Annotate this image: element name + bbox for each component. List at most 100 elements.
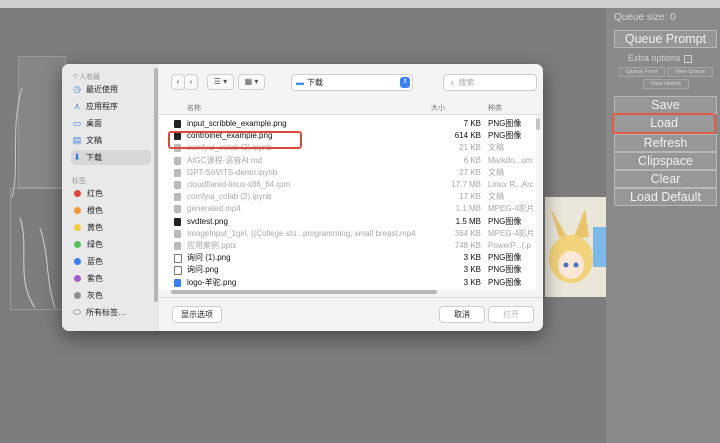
selection-highlight — [168, 131, 302, 149]
file-icon — [174, 254, 182, 264]
file-list-hscroll[interactable] — [171, 290, 437, 294]
sidebar-item-applications[interactable]: ⋏ 应用程序 — [71, 99, 151, 114]
view-history-button[interactable]: View History — [643, 79, 689, 89]
list-view-icon[interactable]: ☰ ▾ — [207, 74, 234, 90]
file-kind: MPEG-4影片 — [488, 228, 535, 238]
green-tag-dot-icon — [74, 241, 81, 249]
file-row[interactable]: 应用案例.pptx 748 KB PowerP...(.p — [159, 240, 536, 252]
sidebar-item-label: 橙色 — [87, 206, 103, 215]
file-kind: Linux R...Arc — [488, 180, 534, 189]
file-name: svdtest.png — [187, 216, 228, 226]
sidebar-tag-blue[interactable]: 蓝色 — [71, 254, 151, 269]
refresh-button[interactable]: Refresh — [614, 134, 717, 152]
file-list-vscroll[interactable] — [536, 118, 540, 130]
file-row[interactable]: svdtest.png 1.5 MB PNG图像 — [159, 216, 536, 228]
document-icon: ▤ — [72, 135, 82, 145]
dialog-sidebar: 个人收藏 ◷ 最近使用 ⋏ 应用程序 ▭ 桌面 ▤ 文稿 ⬇ 下载 标签 红色 橙色 黄色… — [62, 64, 159, 331]
file-name: logo-羊驼.png — [187, 277, 237, 287]
file-name: 询问.png — [187, 265, 219, 275]
search-placeholder: 搜索 — [458, 78, 475, 87]
file-name: comfyui_colab (2).ipynb — [187, 192, 272, 202]
column-size[interactable]: 大小 — [431, 103, 445, 113]
download-icon: ⬇ — [73, 152, 81, 162]
sidebar-tag-gray[interactable]: 灰色 — [71, 288, 151, 303]
file-size: 3 KB — [463, 253, 481, 263]
sidebar-item-desktop[interactable]: ▭ 桌面 — [71, 116, 151, 131]
open-button[interactable]: 打开 — [488, 306, 534, 323]
file-icon — [174, 168, 181, 177]
file-icon — [174, 120, 181, 128]
file-name: ImageInput_1girl, ((College stu...progra… — [187, 228, 416, 238]
file-size: 3 KB — [463, 277, 481, 287]
forward-button[interactable]: › — [184, 74, 198, 90]
file-kind: PNG图像 — [488, 265, 522, 275]
sidebar-item-documents[interactable]: ▤ 文稿 — [71, 133, 151, 148]
sidebar-item-downloads[interactable]: ⬇ 下载 — [71, 150, 151, 165]
location-popup[interactable]: ▬ 下载 ⇕ — [291, 74, 413, 91]
file-name: 应用案例.pptx — [187, 241, 237, 250]
file-icon — [174, 229, 181, 238]
sidebar-scrollbar[interactable] — [154, 68, 158, 302]
extra-options-checkbox[interactable] — [683, 54, 692, 63]
extra-options-toggle[interactable]: Extra options — [628, 53, 692, 63]
file-size: 3 KB — [463, 265, 481, 275]
sidebar-item-label: 绿色 — [87, 240, 103, 249]
anime-character-preview-icon — [545, 197, 607, 297]
file-size: 27 KB — [459, 167, 481, 177]
file-row[interactable]: input_scribble_example.png 7 KB PNG图像 — [159, 118, 536, 130]
sidebar-item-label: 文稿 — [86, 136, 102, 145]
file-kind: PNG图像 — [488, 131, 522, 141]
folder-icon: ▬ — [296, 78, 304, 87]
grid-view-icon[interactable]: ▦ ▾ — [238, 74, 265, 90]
file-row[interactable]: comfyui_colab (2).ipynb 17 KB 文稿 — [159, 191, 536, 203]
save-button[interactable]: Save — [614, 96, 717, 114]
queue-prompt-button[interactable]: Queue Prompt — [614, 30, 717, 48]
sidebar-all-tags[interactable]: ⬭ 所有标签… — [71, 305, 151, 320]
purple-tag-dot-icon — [74, 275, 81, 283]
sidebar-tag-purple[interactable]: 紫色 — [71, 271, 151, 286]
sidebar-tag-red[interactable]: 红色 — [71, 186, 151, 201]
file-name: generated.mp4 — [187, 204, 241, 214]
sidebar-tag-orange[interactable]: 橙色 — [71, 203, 151, 218]
file-row[interactable]: 询问 (1).png 3 KB PNG图像 — [159, 252, 536, 264]
load-default-button[interactable]: Load Default — [614, 188, 717, 206]
load-button[interactable]: Load — [612, 113, 716, 134]
column-name[interactable]: 名称 — [187, 103, 201, 113]
file-kind: PowerP...(.p — [488, 241, 531, 250]
search-icon: ⌕ — [450, 78, 455, 87]
sidebar-tag-yellow[interactable]: 黄色 — [71, 220, 151, 235]
search-field[interactable]: ⌕ 搜索 — [443, 74, 537, 91]
file-icon — [174, 181, 181, 189]
file-row[interactable]: logo-羊驼.png 3 KB PNG图像 — [159, 277, 536, 289]
sidebar-tag-green[interactable]: 绿色 — [71, 237, 151, 252]
cancel-button[interactable]: 取消 — [439, 306, 485, 323]
clear-button[interactable]: Clear — [614, 170, 717, 188]
file-row[interactable]: generated.mp4 1.1 MB MPEG-4影片 — [159, 203, 536, 215]
file-row[interactable]: cloudflared-linux-x86_64.rpm 17.7 MB Linux… — [159, 179, 536, 191]
file-kind: MPEG-4影片 — [488, 204, 535, 214]
file-icon — [174, 278, 181, 287]
file-row[interactable]: GPT-SoVITS-demo.ipynb 27 KB 文稿 — [159, 167, 536, 179]
file-size: 364 KB — [454, 228, 481, 238]
queue-front-button[interactable]: Queue Front — [619, 67, 665, 77]
file-row[interactable]: AIGC课程-语音AI.md 6 KB Markdo...um — [159, 155, 536, 167]
view-queue-button[interactable]: View Queue — [667, 67, 713, 77]
file-open-dialog: 个人收藏 ◷ 最近使用 ⋏ 应用程序 ▭ 桌面 ▤ 文稿 ⬇ 下载 标签 红色 橙色 黄色… — [62, 64, 543, 331]
file-icon — [174, 266, 182, 276]
file-icon — [174, 205, 181, 214]
file-kind: 文稿 — [488, 192, 504, 202]
back-button[interactable]: ‹ — [171, 74, 185, 90]
file-row[interactable]: ImageInput_1girl, ((College stu...progra… — [159, 228, 536, 240]
show-options-button[interactable]: 显示选项 — [172, 306, 222, 323]
file-row[interactable]: 询问.png 3 KB PNG图像 — [159, 264, 536, 276]
file-size: 748 KB — [454, 241, 481, 250]
sidebar-item-recents[interactable]: ◷ 最近使用 — [71, 82, 151, 97]
clipspace-button[interactable]: Clipspace — [614, 152, 717, 170]
column-kind[interactable]: 种类 — [488, 103, 502, 113]
file-size: 614 KB — [454, 131, 481, 141]
column-header: 名称 大小 种类 — [159, 100, 543, 115]
favorites-header: 个人收藏 — [72, 74, 100, 81]
chevron-updown-icon: ⇕ — [400, 77, 410, 88]
file-name: cloudflared-linux-x86_64.rpm — [187, 180, 291, 189]
file-icon — [174, 242, 181, 250]
